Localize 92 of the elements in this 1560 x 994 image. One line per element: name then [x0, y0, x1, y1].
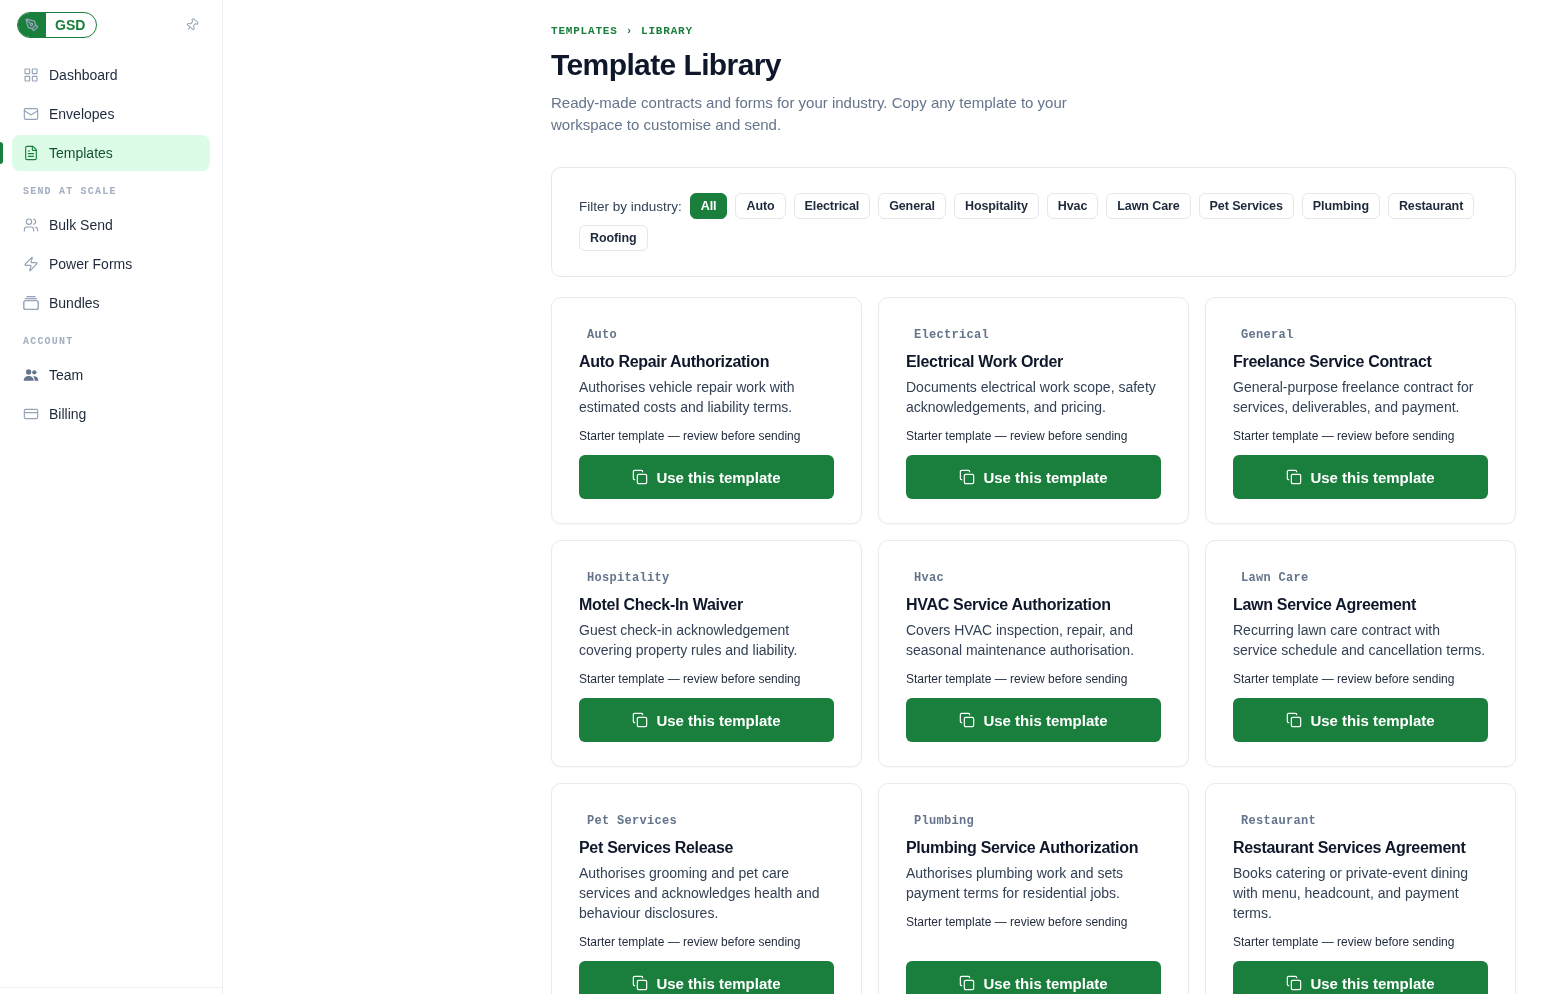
use-template-button[interactable]: Use this template: [906, 698, 1161, 742]
copy-icon: [1286, 469, 1303, 485]
copy-icon: [1286, 975, 1303, 991]
category-label: Plumbing: [913, 813, 975, 830]
filter-label: Filter by industry:: [579, 198, 682, 214]
page-subtitle: Ready-made contracts and forms for your industry. Copy any template to your workspace to customise and send.: [551, 93, 1068, 135]
credit-card-icon: [23, 406, 39, 422]
copy-icon: [632, 712, 649, 728]
card-note: Starter template — review before sending: [1233, 934, 1456, 951]
logo-text: GSD: [54, 16, 87, 35]
copy-icon: [632, 469, 649, 485]
document-icon: [23, 145, 39, 161]
filter-chip[interactable]: Roofing: [579, 225, 648, 251]
card-description: Documents electrical work scope, safety acknowledgements, and pricing.: [906, 378, 1157, 417]
nav-item[interactable]: Envelopes: [12, 96, 210, 132]
card-description: Guest check-in acknowledgement covering property rules and liability.: [579, 621, 799, 660]
category-label: Electrical: [913, 327, 990, 344]
filter-chip[interactable]: Restaurant: [1387, 193, 1475, 219]
card-note: Starter template — review before sending: [1233, 428, 1456, 445]
nav-item[interactable]: Billing: [12, 396, 210, 432]
use-template-button[interactable]: Use this template: [906, 455, 1161, 499]
users-icon: [23, 217, 39, 233]
use-template-button[interactable]: Use this template: [579, 961, 834, 994]
filter-chip[interactable]: Auto: [735, 193, 786, 219]
card-title: Freelance Service Contract: [1233, 352, 1433, 372]
card-title: Auto Repair Authorization: [579, 352, 771, 372]
nav-item[interactable]: Team: [12, 357, 210, 393]
copy-icon: [959, 712, 976, 728]
filter-chip[interactable]: All: [689, 193, 728, 219]
category-label: Hospitality: [586, 570, 671, 587]
use-template-button[interactable]: Use this template: [906, 961, 1161, 994]
stacked-tray-icon: [23, 295, 39, 311]
card-title: Motel Check-In Waiver: [579, 595, 744, 615]
filter-chip[interactable]: Electrical: [793, 193, 871, 219]
filter-chip[interactable]: Lawn Care: [1106, 193, 1191, 219]
page-title: Template Library: [551, 47, 782, 83]
use-template-button[interactable]: Use this template: [1233, 698, 1488, 742]
active-indicator: [0, 142, 3, 164]
use-template-button[interactable]: Use this template: [1233, 961, 1488, 994]
card-title: Lawn Service Agreement: [1233, 595, 1418, 615]
category-label: General: [1240, 327, 1295, 344]
card-note: Starter template — review before sending: [1233, 671, 1456, 688]
nav-item[interactable]: Bulk Send: [12, 207, 210, 243]
copy-icon: [959, 469, 976, 485]
category-label: Auto: [586, 327, 618, 344]
grid-icon: [23, 67, 39, 83]
nav-item[interactable]: Dashboard: [12, 57, 210, 93]
copy-icon: [959, 975, 976, 991]
section-heading: ACCOUNT: [22, 335, 75, 349]
use-template-button[interactable]: Use this template: [1233, 455, 1488, 499]
category-label: Lawn Care: [1240, 570, 1310, 587]
card-description: Authorises vehicle repair work with estimated costs and liability terms.: [579, 378, 796, 417]
filter-chip[interactable]: Hospitality: [954, 193, 1039, 219]
card-note: Starter template — review before sending: [579, 934, 802, 951]
pen-nib-icon: [18, 13, 46, 37]
card-note: Starter template — review before sending: [906, 914, 1129, 931]
copy-icon: [1286, 712, 1303, 728]
nav-item[interactable]: Bundles: [12, 285, 210, 321]
use-template-button[interactable]: Use this template: [579, 698, 834, 742]
filter-chip[interactable]: General: [878, 193, 946, 219]
filter-chip[interactable]: Pet Services: [1198, 193, 1294, 219]
card-note: Starter template — review before sending: [579, 428, 802, 445]
card-description: Authorises plumbing work and sets payment terms for residential jobs.: [906, 864, 1125, 903]
card-title: Pet Services Release: [579, 838, 735, 858]
users-icon: [23, 367, 39, 383]
card-note: Starter template — review before sending: [906, 428, 1129, 445]
card-description: Covers HVAC inspection, repair, and seasonal maintenance authorisation.: [906, 621, 1136, 660]
card-note: Starter template — review before sending: [906, 671, 1129, 688]
breadcrumb-current: LIBRARY: [641, 24, 693, 38]
filter-chip[interactable]: Hvac: [1046, 193, 1099, 219]
card-description: Authorises grooming and pet care services and acknowledges health and behaviour disclosures.: [579, 864, 821, 923]
card-title: Plumbing Service Authorization: [906, 838, 1140, 858]
category-label: Hvac: [913, 570, 945, 587]
nav-item[interactable]: Power Forms: [12, 246, 210, 282]
card-description: General-purpose freelance contract for services, deliverables, and payment.: [1233, 378, 1475, 417]
use-template-button[interactable]: Use this template: [579, 455, 834, 499]
breadcrumb-link[interactable]: TEMPLATES: [551, 24, 618, 38]
category-label: Pet Services: [586, 813, 678, 830]
lightning-icon: [23, 256, 39, 272]
section-heading: SEND AT SCALE: [22, 185, 118, 199]
breadcrumb-separator: ›: [625, 24, 634, 38]
card-title: HVAC Service Authorization: [906, 595, 1112, 615]
card-description: Recurring lawn care contract with service schedule and cancellation terms.: [1233, 621, 1487, 660]
copy-icon: [632, 975, 649, 991]
card-note: Starter template — review before sending: [579, 671, 802, 688]
mail-icon: [23, 106, 39, 122]
nav-item[interactable]: Templates: [12, 135, 210, 171]
card-title: Restaurant Services Agreement: [1233, 838, 1467, 858]
card-title: Electrical Work Order: [906, 352, 1065, 372]
category-label: Restaurant: [1240, 813, 1317, 830]
filter-chip[interactable]: Plumbing: [1301, 193, 1380, 219]
card-description: Books catering or private-event dining with menu, headcount, and payment terms.: [1233, 864, 1470, 923]
